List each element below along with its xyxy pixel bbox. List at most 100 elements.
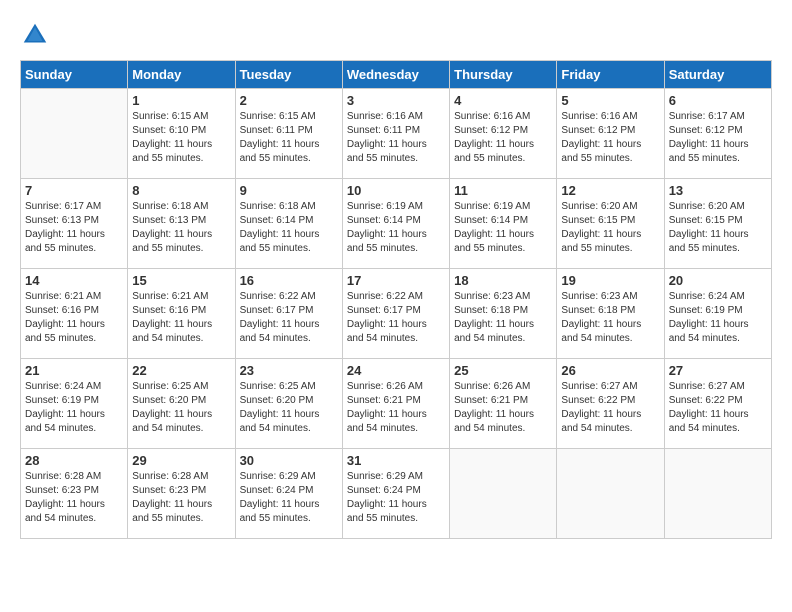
logo-icon bbox=[20, 20, 50, 50]
day-info: Sunrise: 6:22 AMSunset: 6:17 PMDaylight:… bbox=[347, 290, 445, 346]
day-number: 2 bbox=[240, 93, 338, 108]
day-number: 1 bbox=[132, 93, 230, 108]
calendar-cell: 27 Sunrise: 6:27 AMSunset: 6:22 PMDayligh… bbox=[664, 359, 771, 449]
day-info: Sunrise: 6:19 AMSunset: 6:14 PMDaylight:… bbox=[347, 200, 445, 256]
day-number: 27 bbox=[669, 363, 767, 378]
calendar-week-row: 14 Sunrise: 6:21 AMSunset: 6:16 PMDayligh… bbox=[21, 269, 772, 359]
calendar-header-wednesday: Wednesday bbox=[342, 61, 449, 89]
calendar-cell: 24 Sunrise: 6:26 AMSunset: 6:21 PMDayligh… bbox=[342, 359, 449, 449]
day-info: Sunrise: 6:15 AMSunset: 6:10 PMDaylight:… bbox=[132, 110, 230, 166]
calendar-cell: 21Sunrise: 6:24 AMSunset: 6:19 PMDayligh… bbox=[21, 359, 128, 449]
calendar-cell: 10Sunrise: 6:19 AMSunset: 6:14 PMDayligh… bbox=[342, 179, 449, 269]
calendar-cell: 9 Sunrise: 6:18 AMSunset: 6:14 PMDaylight… bbox=[235, 179, 342, 269]
calendar-cell bbox=[664, 449, 771, 539]
day-number: 29 bbox=[132, 453, 230, 468]
day-number: 22 bbox=[132, 363, 230, 378]
calendar-cell: 1 Sunrise: 6:15 AMSunset: 6:10 PMDaylight… bbox=[128, 89, 235, 179]
day-info: Sunrise: 6:27 AMSunset: 6:22 PMDaylight:… bbox=[561, 380, 659, 436]
calendar-cell: 31Sunrise: 6:29 AMSunset: 6:24 PMDayligh… bbox=[342, 449, 449, 539]
calendar-cell: 18 Sunrise: 6:23 AMSunset: 6:18 PMDayligh… bbox=[450, 269, 557, 359]
day-info: Sunrise: 6:18 AMSunset: 6:14 PMDaylight:… bbox=[240, 200, 338, 256]
day-info: Sunrise: 6:27 AMSunset: 6:22 PMDaylight:… bbox=[669, 380, 767, 436]
day-number: 16 bbox=[240, 273, 338, 288]
calendar-cell: 3 Sunrise: 6:16 AMSunset: 6:11 PMDaylight… bbox=[342, 89, 449, 179]
day-number: 28 bbox=[25, 453, 123, 468]
calendar-cell: 16 Sunrise: 6:22 AMSunset: 6:17 PMDayligh… bbox=[235, 269, 342, 359]
day-number: 5 bbox=[561, 93, 659, 108]
day-number: 20 bbox=[669, 273, 767, 288]
day-info: Sunrise: 6:17 AMSunset: 6:13 PMDaylight:… bbox=[25, 200, 123, 256]
day-number: 25 bbox=[454, 363, 552, 378]
day-number: 19 bbox=[561, 273, 659, 288]
day-number: 18 bbox=[454, 273, 552, 288]
calendar-cell bbox=[557, 449, 664, 539]
day-number: 15 bbox=[132, 273, 230, 288]
calendar-cell: 12Sunrise: 6:20 AMSunset: 6:15 PMDayligh… bbox=[557, 179, 664, 269]
calendar-cell: 14 Sunrise: 6:21 AMSunset: 6:16 PMDayligh… bbox=[21, 269, 128, 359]
calendar-header-saturday: Saturday bbox=[664, 61, 771, 89]
calendar-cell: 30 Sunrise: 6:29 AMSunset: 6:24 PMDayligh… bbox=[235, 449, 342, 539]
calendar-cell: 20 Sunrise: 6:24 AMSunset: 6:19 PMDayligh… bbox=[664, 269, 771, 359]
day-number: 17 bbox=[347, 273, 445, 288]
calendar-header-friday: Friday bbox=[557, 61, 664, 89]
day-number: 8 bbox=[132, 183, 230, 198]
calendar-cell: 6 Sunrise: 6:17 AMSunset: 6:12 PMDaylight… bbox=[664, 89, 771, 179]
day-number: 30 bbox=[240, 453, 338, 468]
day-info: Sunrise: 6:16 AMSunset: 6:12 PMDaylight:… bbox=[561, 110, 659, 166]
calendar-header-row: SundayMondayTuesdayWednesdayThursdayFrid… bbox=[21, 61, 772, 89]
calendar-cell: 25Sunrise: 6:26 AMSunset: 6:21 PMDayligh… bbox=[450, 359, 557, 449]
page-header bbox=[20, 20, 772, 50]
calendar-cell: 17 Sunrise: 6:22 AMSunset: 6:17 PMDayligh… bbox=[342, 269, 449, 359]
day-number: 11 bbox=[454, 183, 552, 198]
day-info: Sunrise: 6:18 AMSunset: 6:13 PMDaylight:… bbox=[132, 200, 230, 256]
day-number: 24 bbox=[347, 363, 445, 378]
day-info: Sunrise: 6:26 AMSunset: 6:21 PMDaylight:… bbox=[347, 380, 445, 436]
calendar-header-thursday: Thursday bbox=[450, 61, 557, 89]
day-info: Sunrise: 6:16 AMSunset: 6:12 PMDaylight:… bbox=[454, 110, 552, 166]
calendar-cell bbox=[450, 449, 557, 539]
day-info: Sunrise: 6:24 AMSunset: 6:19 PMDaylight:… bbox=[25, 380, 123, 436]
calendar-week-row: 28Sunrise: 6:28 AMSunset: 6:23 PMDayligh… bbox=[21, 449, 772, 539]
day-number: 26 bbox=[561, 363, 659, 378]
calendar-cell: 29Sunrise: 6:28 AMSunset: 6:23 PMDayligh… bbox=[128, 449, 235, 539]
calendar-cell: 22 Sunrise: 6:25 AMSunset: 6:20 PMDayligh… bbox=[128, 359, 235, 449]
calendar-cell: 28Sunrise: 6:28 AMSunset: 6:23 PMDayligh… bbox=[21, 449, 128, 539]
day-info: Sunrise: 6:16 AMSunset: 6:11 PMDaylight:… bbox=[347, 110, 445, 166]
calendar-cell: 4Sunrise: 6:16 AMSunset: 6:12 PMDaylight… bbox=[450, 89, 557, 179]
calendar-cell: 15 Sunrise: 6:21 AMSunset: 6:16 PMDayligh… bbox=[128, 269, 235, 359]
day-number: 3 bbox=[347, 93, 445, 108]
calendar-cell: 7 Sunrise: 6:17 AMSunset: 6:13 PMDaylight… bbox=[21, 179, 128, 269]
day-info: Sunrise: 6:15 AMSunset: 6:11 PMDaylight:… bbox=[240, 110, 338, 166]
day-number: 12 bbox=[561, 183, 659, 198]
calendar-header-sunday: Sunday bbox=[21, 61, 128, 89]
day-info: Sunrise: 6:19 AMSunset: 6:14 PMDaylight:… bbox=[454, 200, 552, 256]
day-info: Sunrise: 6:29 AMSunset: 6:24 PMDaylight:… bbox=[240, 470, 338, 526]
day-info: Sunrise: 6:22 AMSunset: 6:17 PMDaylight:… bbox=[240, 290, 338, 346]
logo bbox=[20, 20, 54, 50]
day-number: 23 bbox=[240, 363, 338, 378]
day-number: 31 bbox=[347, 453, 445, 468]
calendar-cell: 23Sunrise: 6:25 AMSunset: 6:20 PMDayligh… bbox=[235, 359, 342, 449]
day-info: Sunrise: 6:23 AMSunset: 6:18 PMDaylight:… bbox=[454, 290, 552, 346]
day-number: 14 bbox=[25, 273, 123, 288]
day-number: 6 bbox=[669, 93, 767, 108]
calendar-cell: 11 Sunrise: 6:19 AMSunset: 6:14 PMDayligh… bbox=[450, 179, 557, 269]
calendar-header-monday: Monday bbox=[128, 61, 235, 89]
day-info: Sunrise: 6:21 AMSunset: 6:16 PMDaylight:… bbox=[132, 290, 230, 346]
calendar-header-tuesday: Tuesday bbox=[235, 61, 342, 89]
calendar-cell: 8 Sunrise: 6:18 AMSunset: 6:13 PMDaylight… bbox=[128, 179, 235, 269]
day-info: Sunrise: 6:24 AMSunset: 6:19 PMDaylight:… bbox=[669, 290, 767, 346]
day-number: 13 bbox=[669, 183, 767, 198]
calendar-cell: 5 Sunrise: 6:16 AMSunset: 6:12 PMDaylight… bbox=[557, 89, 664, 179]
day-info: Sunrise: 6:23 AMSunset: 6:18 PMDaylight:… bbox=[561, 290, 659, 346]
day-info: Sunrise: 6:25 AMSunset: 6:20 PMDaylight:… bbox=[132, 380, 230, 436]
calendar-cell: 13Sunrise: 6:20 AMSunset: 6:15 PMDayligh… bbox=[664, 179, 771, 269]
calendar-week-row: 21Sunrise: 6:24 AMSunset: 6:19 PMDayligh… bbox=[21, 359, 772, 449]
day-number: 7 bbox=[25, 183, 123, 198]
day-info: Sunrise: 6:21 AMSunset: 6:16 PMDaylight:… bbox=[25, 290, 123, 346]
calendar-table: SundayMondayTuesdayWednesdayThursdayFrid… bbox=[20, 60, 772, 539]
day-number: 9 bbox=[240, 183, 338, 198]
calendar-week-row: 7 Sunrise: 6:17 AMSunset: 6:13 PMDaylight… bbox=[21, 179, 772, 269]
day-info: Sunrise: 6:17 AMSunset: 6:12 PMDaylight:… bbox=[669, 110, 767, 166]
calendar-week-row: 1 Sunrise: 6:15 AMSunset: 6:10 PMDaylight… bbox=[21, 89, 772, 179]
